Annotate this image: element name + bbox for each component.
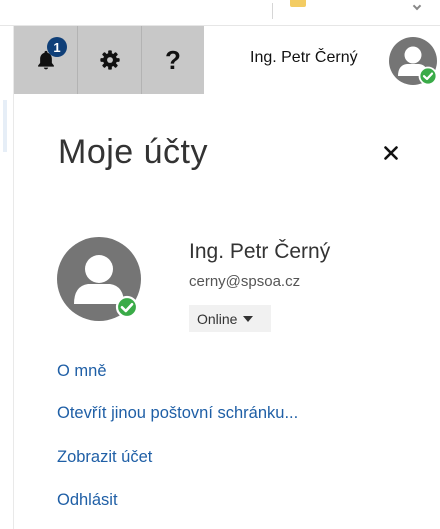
status-value: Online <box>197 310 238 327</box>
settings-button[interactable] <box>78 26 142 94</box>
gear-icon <box>99 50 120 70</box>
profile-email: cerny@spsoa.cz <box>189 273 301 290</box>
checkmark-icon <box>115 295 139 319</box>
toolbar-avatar[interactable] <box>388 36 438 86</box>
about-me-link[interactable]: O mně <box>57 362 107 381</box>
left-edge-pane <box>0 26 14 529</box>
question-icon: ? <box>165 44 181 75</box>
sign-out-link[interactable]: Odhlásit <box>57 491 118 510</box>
close-icon <box>384 146 398 160</box>
left-edge-highlight <box>3 100 7 152</box>
chevron-down-icon <box>412 1 422 11</box>
view-account-link[interactable]: Zobrazit účet <box>57 448 152 467</box>
folder-icon <box>290 0 306 7</box>
help-button[interactable]: ? <box>142 26 204 94</box>
close-button[interactable] <box>378 140 404 166</box>
checkmark-icon <box>418 66 438 86</box>
profile-avatar <box>57 237 141 321</box>
caret-down-icon <box>243 315 254 322</box>
browser-top-strip <box>0 0 440 26</box>
panel-title: Moje účty <box>58 133 208 171</box>
app-window: 1 ? Ing. Petr Černý Moje účty Ing. Petr … <box>0 0 440 529</box>
toolbar-user-name[interactable]: Ing. Petr Černý <box>250 49 358 67</box>
notifications-button[interactable]: 1 <box>14 26 78 94</box>
open-other-mailbox-link[interactable]: Otevřít jinou poštovní schránku... <box>57 404 298 423</box>
notification-count-badge: 1 <box>47 37 67 57</box>
separator <box>272 3 273 19</box>
profile-name: Ing. Petr Černý <box>189 240 331 263</box>
status-dropdown[interactable]: Online <box>189 305 271 332</box>
top-toolbar: 1 ? Ing. Petr Černý <box>14 26 440 94</box>
